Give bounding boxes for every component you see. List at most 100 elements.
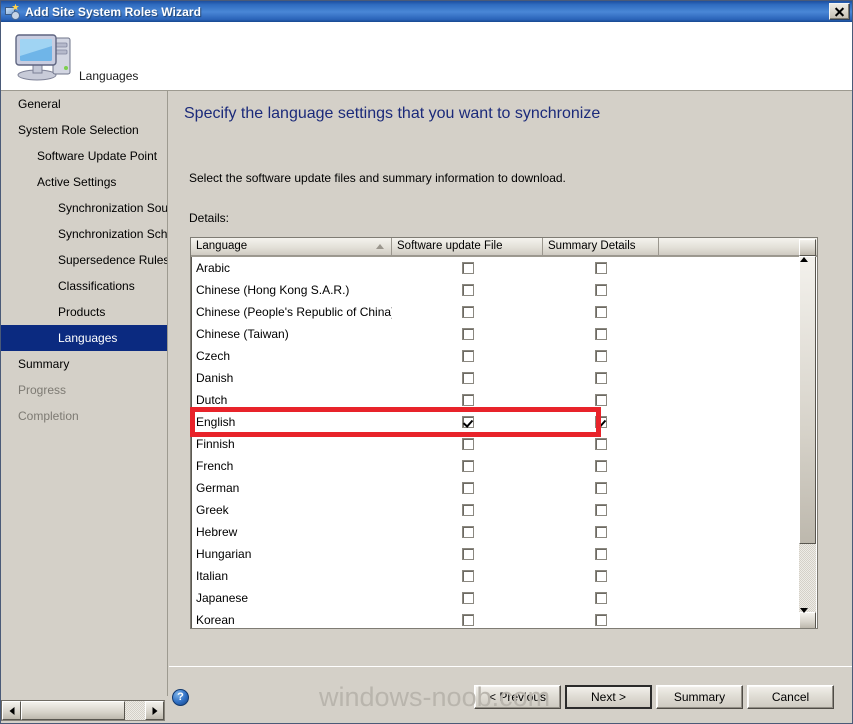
cell-summary-details[interactable] — [543, 350, 659, 362]
checkbox-summary-details[interactable] — [595, 416, 607, 428]
table-row[interactable]: Arabic — [191, 257, 817, 279]
table-row[interactable]: Chinese (Hong Kong S.A.R.) — [191, 279, 817, 301]
table-row-english[interactable]: English — [191, 411, 817, 433]
summary-button[interactable]: Summary — [656, 685, 743, 709]
sidebar-item-classifications[interactable]: Classifications — [1, 273, 167, 299]
checkbox-software-update-file[interactable] — [461, 592, 474, 604]
table-row[interactable]: Greek — [191, 499, 817, 521]
scroll-up-icon[interactable] — [799, 239, 816, 262]
cell-summary-details[interactable] — [543, 460, 659, 472]
cell-summary-details[interactable] — [543, 504, 659, 516]
checkbox-summary-details[interactable] — [595, 438, 607, 450]
cell-software-update-file[interactable] — [392, 328, 543, 340]
sidebar-item-system-role-selection[interactable]: System Role Selection — [1, 117, 167, 143]
cell-software-update-file[interactable] — [392, 284, 543, 296]
checkbox-software-update-file[interactable] — [461, 284, 474, 296]
cell-summary-details[interactable] — [543, 372, 659, 384]
table-row[interactable]: Korean — [191, 609, 817, 628]
checkbox-software-update-file[interactable] — [461, 570, 474, 582]
table-row[interactable]: German — [191, 477, 817, 499]
cancel-button[interactable]: Cancel — [747, 685, 834, 709]
sidebar-item-software-update-point[interactable]: Software Update Point — [1, 143, 167, 169]
checkbox-software-update-file[interactable] — [461, 416, 474, 428]
table-row[interactable]: Finnish — [191, 433, 817, 455]
checkbox-software-update-file[interactable] — [461, 614, 474, 626]
checkbox-summary-details[interactable] — [595, 306, 607, 318]
checkbox-summary-details[interactable] — [595, 328, 607, 340]
checkbox-summary-details[interactable] — [595, 350, 607, 362]
table-row[interactable]: Czech — [191, 345, 817, 367]
checkbox-software-update-file[interactable] — [461, 482, 474, 494]
checkbox-summary-details[interactable] — [595, 592, 607, 604]
cell-software-update-file[interactable] — [392, 416, 543, 428]
checkbox-software-update-file[interactable] — [461, 548, 474, 560]
checkbox-software-update-file[interactable] — [461, 394, 474, 406]
checkbox-summary-details[interactable] — [595, 262, 607, 274]
sidebar-item-synchronization-source[interactable]: Synchronization Source — [1, 195, 167, 221]
checkbox-software-update-file[interactable] — [461, 504, 474, 516]
checkbox-software-update-file[interactable] — [461, 438, 474, 450]
checkbox-summary-details[interactable] — [595, 570, 607, 582]
column-header-summary-details[interactable]: Summary Details — [543, 238, 659, 256]
cell-summary-details[interactable] — [543, 416, 659, 428]
checkbox-software-update-file[interactable] — [461, 372, 474, 384]
checkbox-summary-details[interactable] — [595, 504, 607, 516]
cell-software-update-file[interactable] — [392, 372, 543, 384]
cell-software-update-file[interactable] — [392, 570, 543, 582]
table-row[interactable]: Dutch — [191, 389, 817, 411]
checkbox-summary-details[interactable] — [595, 548, 607, 560]
checkbox-summary-details[interactable] — [595, 394, 607, 406]
cell-summary-details[interactable] — [543, 526, 659, 538]
checkbox-summary-details[interactable] — [595, 460, 607, 472]
scroll-left-icon[interactable] — [2, 701, 21, 720]
cell-software-update-file[interactable] — [392, 504, 543, 516]
cell-summary-details[interactable] — [543, 262, 659, 274]
checkbox-summary-details[interactable] — [595, 482, 607, 494]
table-row[interactable]: Italian — [191, 565, 817, 587]
sidebar-horizontal-scrollbar[interactable] — [1, 700, 165, 721]
cell-summary-details[interactable] — [543, 592, 659, 604]
cell-summary-details[interactable] — [543, 394, 659, 406]
previous-button[interactable]: < Previous — [474, 685, 561, 709]
table-row[interactable]: French — [191, 455, 817, 477]
cell-software-update-file[interactable] — [392, 614, 543, 626]
column-header-language[interactable]: Language — [191, 238, 392, 256]
checkbox-summary-details[interactable] — [595, 372, 607, 384]
help-icon[interactable]: ? — [172, 689, 189, 706]
sidebar-item-active-settings[interactable]: Active Settings — [1, 169, 167, 195]
list-scroll-track[interactable] — [799, 544, 816, 612]
cell-summary-details[interactable] — [543, 284, 659, 296]
cell-summary-details[interactable] — [543, 306, 659, 318]
cell-software-update-file[interactable] — [392, 526, 543, 538]
checkbox-software-update-file[interactable] — [461, 460, 474, 472]
sidebar-item-general[interactable]: General — [1, 91, 167, 117]
sidebar-scroll-track[interactable] — [125, 701, 145, 720]
checkbox-summary-details[interactable] — [595, 614, 607, 626]
cell-software-update-file[interactable] — [392, 262, 543, 274]
cell-software-update-file[interactable] — [392, 482, 543, 494]
scroll-down-icon[interactable] — [799, 608, 816, 628]
table-row[interactable]: Chinese (Taiwan) — [191, 323, 817, 345]
close-icon[interactable] — [829, 3, 850, 20]
table-row[interactable]: Hebrew — [191, 521, 817, 543]
cell-summary-details[interactable] — [543, 482, 659, 494]
table-row[interactable]: Danish — [191, 367, 817, 389]
list-vertical-scrollbar[interactable] — [799, 239, 816, 628]
cell-software-update-file[interactable] — [392, 306, 543, 318]
next-button[interactable]: Next > — [565, 685, 652, 709]
checkbox-software-update-file[interactable] — [461, 262, 474, 274]
checkbox-summary-details[interactable] — [595, 526, 607, 538]
table-row[interactable]: Hungarian — [191, 543, 817, 565]
sidebar-item-summary[interactable]: Summary — [1, 351, 167, 377]
column-header-software-update-file[interactable]: Software update File — [392, 238, 543, 256]
checkbox-software-update-file[interactable] — [461, 526, 474, 538]
cell-summary-details[interactable] — [543, 548, 659, 560]
cell-summary-details[interactable] — [543, 328, 659, 340]
cell-software-update-file[interactable] — [392, 592, 543, 604]
sidebar-item-languages[interactable]: Languages — [1, 325, 167, 351]
checkbox-software-update-file[interactable] — [461, 328, 474, 340]
table-row[interactable]: Japanese — [191, 587, 817, 609]
cell-software-update-file[interactable] — [392, 394, 543, 406]
checkbox-software-update-file[interactable] — [461, 350, 474, 362]
cell-software-update-file[interactable] — [392, 460, 543, 472]
